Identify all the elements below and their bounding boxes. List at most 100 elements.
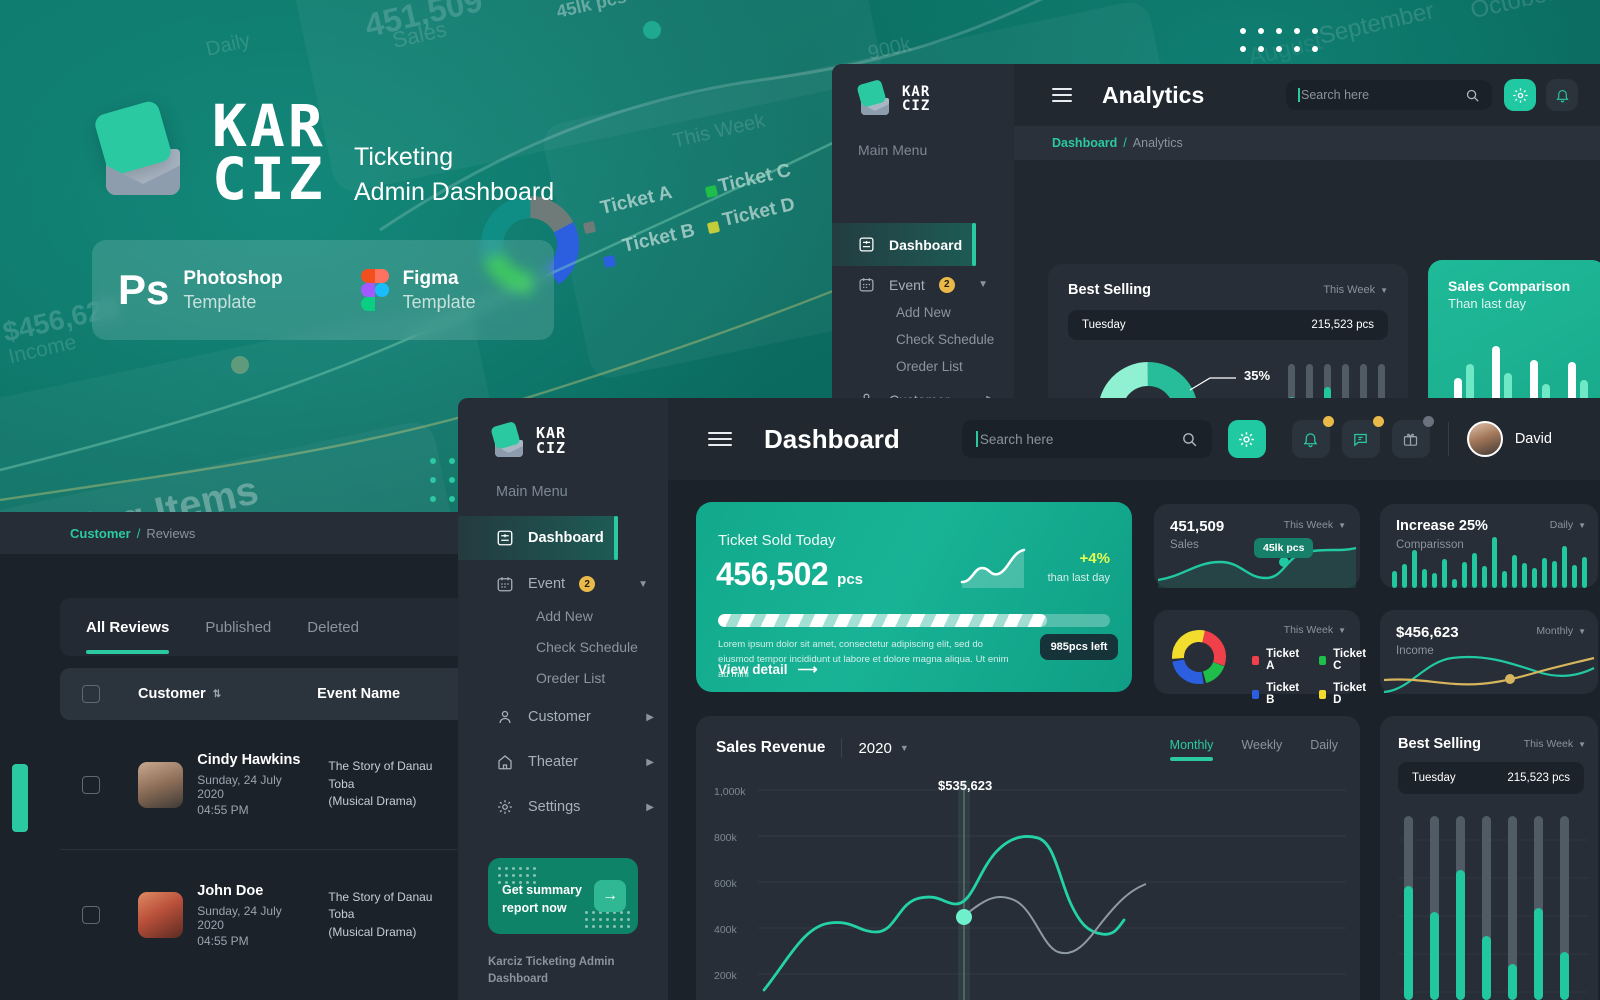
ticket-types-range[interactable]: This Week ▼ (1284, 624, 1346, 636)
sidebar-item-event[interactable]: Event 2 ▼ (496, 575, 648, 593)
bell-icon (1555, 89, 1569, 102)
sidebar-item-dashboard[interactable]: Dashboard (458, 516, 618, 560)
chevron-down-icon: ▼ (1578, 520, 1586, 530)
brand-mark-icon (490, 421, 526, 458)
sales-stat-card: 451,509 Sales This Week ▼ 45lk pcs (1154, 504, 1360, 588)
sidebar-subitem-check-schedule[interactable]: Check Schedule (536, 639, 638, 655)
analytics-sales-comparison-title: Sales Comparison (1448, 278, 1571, 294)
search-icon (1182, 432, 1197, 446)
reviews-breadcrumb-parent[interactable]: Customer (70, 526, 131, 541)
sidebar-item-dashboard[interactable]: Dashboard (832, 223, 977, 266)
sidebar-item-customer[interactable]: Customer ▶ (496, 708, 654, 726)
increase-stat-range[interactable]: Daily ▼ (1550, 519, 1586, 531)
photoshop-name: Photoshop (183, 267, 283, 289)
dashboard-best-selling-title: Best Selling (1398, 736, 1481, 752)
analytics-breadcrumb: Dashboard / Analytics (1014, 126, 1600, 160)
reviews-breadcrumb-sep: / (136, 525, 141, 541)
row-checkbox[interactable] (82, 775, 100, 794)
reviews-side-accent (12, 764, 28, 832)
sales-revenue-line-chart (758, 780, 1346, 1000)
analytics-settings-button[interactable] (1504, 79, 1536, 111)
cta-arrow-button[interactable]: → (594, 880, 626, 912)
gift-icon (1404, 433, 1418, 446)
dashboard-best-selling-card: Best Selling This Week ▼ Tuesday 215,523… (1380, 716, 1598, 1000)
sidebar-item-theater-label: Theater (528, 754, 578, 770)
tab-published[interactable]: Published (205, 619, 271, 636)
analytics-search-input[interactable]: Search here (1286, 80, 1492, 110)
calendar-icon (859, 278, 874, 292)
tab-daily[interactable]: Daily (1310, 738, 1338, 752)
sales-revenue-card: Sales Revenue 2020 ▼ Monthly Weekly Dail… (696, 716, 1360, 1000)
menu-toggle-button[interactable] (1052, 88, 1072, 102)
dashboard-search-placeholder: Search here (979, 431, 1054, 447)
analytics-brand-line2: CIZ (902, 98, 931, 114)
dashboard-sidebar: KAR CIZ Main Menu Dashboard Event 2 ▼ Ad… (458, 398, 668, 1000)
avatar[interactable] (1466, 421, 1503, 457)
notification-dot (1322, 416, 1334, 427)
dashboard-best-selling-day: Tuesday (1412, 772, 1456, 784)
analytics-breadcrumb-sep: / (1123, 136, 1127, 150)
notifications-button[interactable] (1291, 416, 1334, 458)
sidebar-subitem-add-new[interactable]: Add New (536, 608, 593, 624)
row-customer-name: Cindy Hawkins (197, 752, 301, 768)
tab-all-reviews[interactable]: All Reviews (86, 619, 170, 654)
tab-monthly[interactable]: Monthly (1169, 738, 1214, 761)
dashboard-settings-button[interactable] (1227, 420, 1266, 458)
hero-subtitle-line1: Ticketing (354, 143, 454, 171)
tab-deleted[interactable]: Deleted (307, 619, 359, 636)
brand-logo: KAR CIZ (92, 97, 326, 209)
user-icon (499, 710, 511, 724)
notification-dot (1422, 416, 1434, 427)
tab-weekly[interactable]: Weekly (1241, 738, 1282, 752)
analytics-panel: KAR CIZ Main Menu Dashboard Event 2 ▼ Ad… (832, 64, 1600, 400)
dashboard-best-selling-range[interactable]: This Week ▼ (1524, 738, 1586, 750)
table-row[interactable]: Cindy Hawkins Sunday, 24 July 2020 04:55… (60, 720, 460, 850)
y-tick-600k: 600k (714, 878, 737, 890)
sales-revenue-year-select[interactable]: 2020 ▼ (858, 740, 908, 757)
analytics-breadcrumb-parent[interactable]: Dashboard (1052, 136, 1117, 150)
row-checkbox[interactable] (82, 906, 100, 924)
arrow-right-icon: ⟶ (797, 661, 818, 677)
increase-stat-bars (1392, 537, 1587, 588)
sidebar-item-settings[interactable]: Settings ▶ (496, 798, 654, 816)
column-header-customer[interactable]: Customer ⇅ (138, 686, 221, 702)
sidebar-item-event-label: Event (528, 576, 566, 592)
income-stat-range-label: Monthly (1536, 625, 1574, 637)
sidebar-footer-line2: Dashboard (488, 972, 549, 985)
legend-swatch-ticket-a (1252, 655, 1260, 665)
sidebar-subitem-check-schedule[interactable]: Check Schedule (896, 332, 994, 347)
ticket-card-label: Ticket Sold Today (718, 532, 836, 549)
chevron-down-icon: ▼ (899, 743, 909, 753)
summary-report-cta[interactable]: Get summary report now → (488, 858, 638, 934)
dashboard-header: Dashboard Search here David (668, 398, 1600, 480)
y-tick-800k: 800k (714, 832, 737, 844)
sidebar-subitem-add-new[interactable]: Add New (896, 305, 951, 320)
dashboard-search-input[interactable]: Search here (961, 420, 1212, 458)
sidebar-subitem-order-list[interactable]: Oreder List (896, 359, 963, 374)
sidebar-subitem-order-list[interactable]: Oreder List (536, 670, 605, 686)
dashboard-best-selling-amount: 215,523 pcs (1507, 772, 1570, 784)
messages-button[interactable] (1341, 416, 1384, 458)
ticket-card-delta-sub: than last day (1047, 572, 1110, 584)
figma-icon (360, 269, 389, 311)
select-all-checkbox[interactable] (82, 685, 100, 703)
analytics-notification-button[interactable] (1546, 79, 1578, 111)
table-row[interactable]: John Doe Sunday, 24 July 2020 04:55 PM T… (60, 850, 460, 980)
y-tick-200k: 200k (714, 970, 737, 982)
sidebar-item-event[interactable]: Event 2 ▼ (858, 276, 988, 293)
analytics-best-selling-range[interactable]: This Week ▼ (1323, 284, 1388, 296)
row-customer-name: John Doe (197, 882, 264, 899)
menu-toggle-button[interactable] (708, 432, 732, 446)
ticket-view-detail-link[interactable]: View detail ⟶ (718, 661, 818, 678)
sidebar-item-theater[interactable]: Theater ▶ (496, 753, 654, 771)
dashboard-panel: KAR CIZ Main Menu Dashboard Event 2 ▼ Ad… (458, 398, 1600, 1000)
hero-subtitle-line2: Admin Dashboard (354, 177, 555, 206)
analytics-donut-label-35: 35% (1244, 368, 1271, 383)
chevron-down-icon: ▼ (638, 578, 648, 590)
legend-label-ticket-a: Ticket A (1266, 648, 1300, 672)
title-divider (841, 738, 843, 758)
income-stat-range[interactable]: Monthly ▼ (1536, 625, 1586, 637)
gear-icon (1512, 87, 1528, 103)
gifts-button[interactable] (1391, 416, 1434, 458)
chevron-down-icon: ▼ (1338, 625, 1346, 635)
